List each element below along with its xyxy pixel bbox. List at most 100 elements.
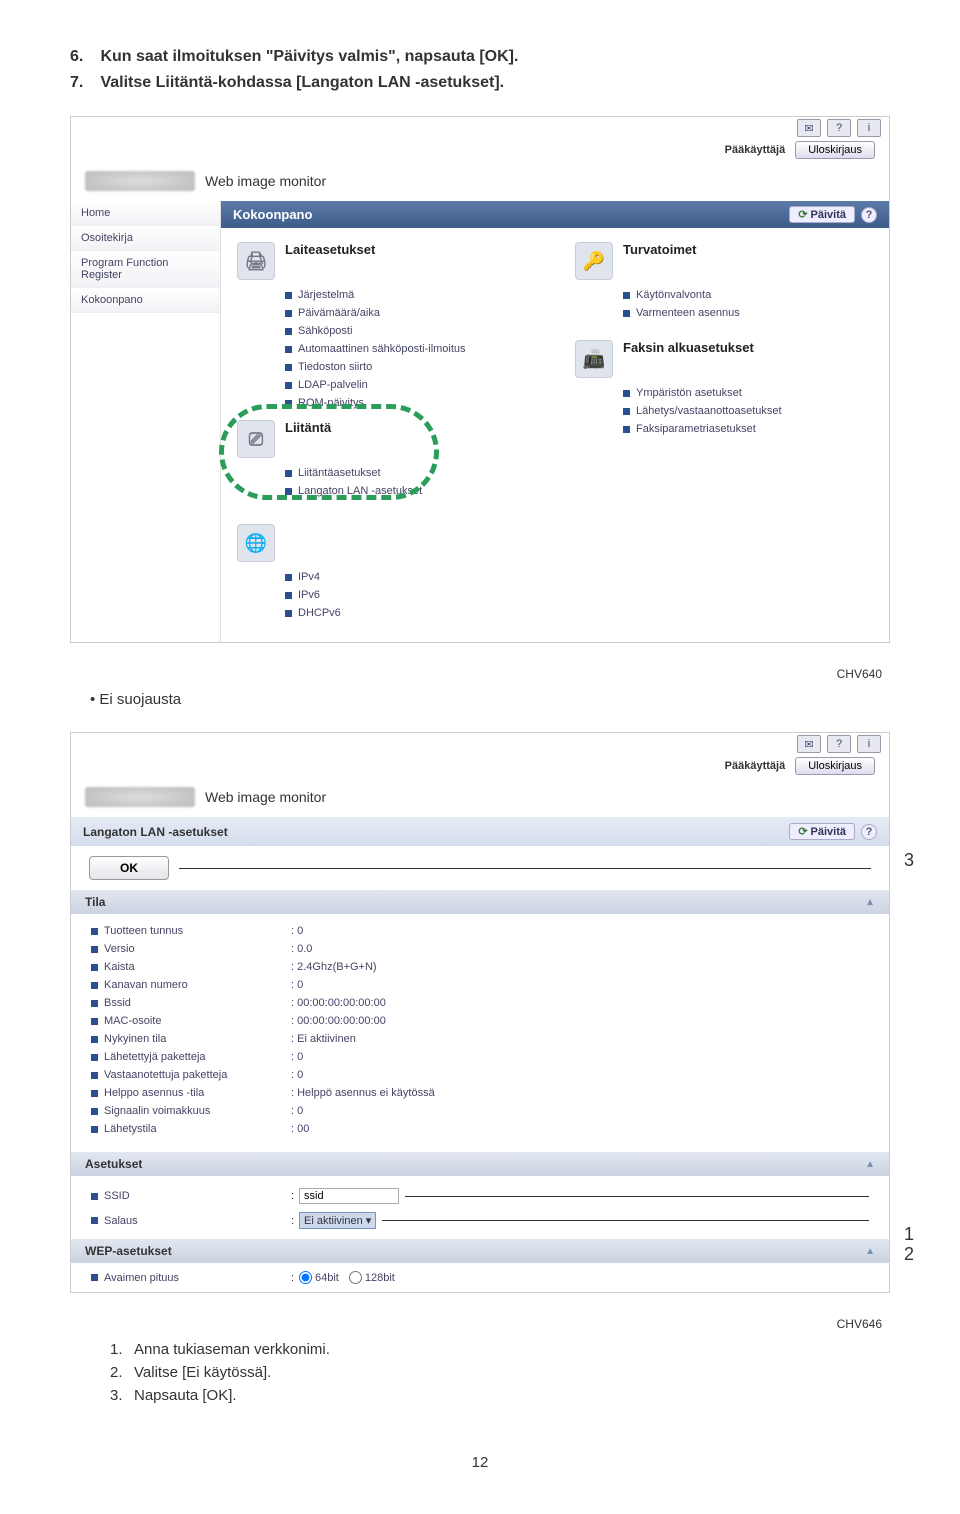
role-label: Pääkäyttäjä: [725, 144, 786, 156]
kv-versio: Versio: 0.0: [91, 940, 869, 958]
link-kaytonvalvonta[interactable]: Käytönvalvonta: [623, 286, 873, 304]
network-icon: 🌐: [237, 524, 275, 562]
section-wep-bar: WEP-asetukset▲: [71, 1239, 889, 1263]
image-code-1: CHV640: [70, 667, 882, 681]
kv-kaista: Kaista: 2.4Ghz(B+G+N): [91, 958, 869, 976]
panel-help-icon-2[interactable]: ?: [861, 824, 877, 840]
kv-vastaan: Vastaanotettuja paketteja: 0: [91, 1066, 869, 1084]
help-icon[interactable]: ?: [827, 119, 851, 137]
panel-help-icon[interactable]: ?: [861, 207, 877, 223]
page-number: 12: [70, 1454, 890, 1471]
sub-instr-1: 1.Anna tukiaseman verkkonimi.: [110, 1341, 890, 1358]
section-turva-label: Turvatoimet: [623, 242, 696, 257]
kv-signaali: Signaalin voimakkuus: 0: [91, 1102, 869, 1120]
section-liit-label: Liitäntä: [285, 420, 331, 435]
info-icon-2[interactable]: i: [857, 735, 881, 753]
tila-list: Tuotteen tunnus: 0 Versio: 0.0 Kaista: 2…: [71, 914, 889, 1152]
link-auto-sahkoposti[interactable]: Automaattinen sähköposti-ilmoitus: [285, 340, 535, 358]
info-icon[interactable]: i: [857, 119, 881, 137]
collapse-icon[interactable]: ▲: [865, 897, 875, 908]
section-faksi-label: Faksin alkuasetukset: [623, 340, 754, 355]
section-tila-bar: Tila▲: [71, 890, 889, 914]
screenshot-kokoonpano: ✉ ? i Pääkäyttäjä Uloskirjaus Web image …: [70, 116, 890, 643]
kv-kanava: Kanavan numero: 0: [91, 976, 869, 994]
link-liitanta-asetukset[interactable]: Liitäntäasetukset: [285, 464, 535, 482]
link-jarjestelma[interactable]: Järjestelmä: [285, 286, 535, 304]
sidebar-item-osoitekirja[interactable]: Osoitekirja: [71, 226, 220, 251]
instr-text-7: Valitse Liitäntä-kohdassa [Langaton LAN …: [100, 74, 504, 91]
ok-button[interactable]: OK: [89, 856, 169, 880]
link-sahkoposti[interactable]: Sähköposti: [285, 322, 535, 340]
ssid-input[interactable]: [299, 1188, 399, 1204]
fax-icon: 📠: [575, 340, 613, 378]
brand-logo-2: [85, 787, 195, 807]
panel-header: Kokoonpano ⟳Päivitä ?: [221, 201, 889, 228]
link-faksiparam[interactable]: Faksiparametriasetukset: [623, 420, 873, 438]
salaus-label: Salaus: [104, 1215, 138, 1227]
section-liitanta: ⎚ Liitäntä: [237, 420, 535, 458]
topbar-2: ✉ ? i: [71, 733, 889, 755]
radio-128bit[interactable]: 128bit: [349, 1271, 395, 1284]
sidebar-item-program[interactable]: Program Function Register: [71, 251, 220, 288]
section-laiteasetukset: 🖨 Laiteasetukset: [237, 242, 535, 280]
section-laite-label: Laiteasetukset: [285, 242, 375, 257]
link-dhcpv6[interactable]: DHCPv6: [285, 604, 535, 622]
mail-icon-2[interactable]: ✉: [797, 735, 821, 753]
link-paivamaara[interactable]: Päivämäärä/aika: [285, 304, 535, 322]
kv-lahetystila: Lähetystila: 00: [91, 1120, 869, 1138]
callout-line-1: [405, 1196, 869, 1197]
link-varmenne[interactable]: Varmenteen asennus: [623, 304, 873, 322]
chevron-down-icon: ▾: [366, 1215, 372, 1227]
refresh-button-2[interactable]: ⟳Päivitä: [789, 823, 855, 840]
callout-line-3: [179, 868, 871, 869]
app-title-2: Web image monitor: [205, 789, 326, 805]
kv-nykyinen: Nykyinen tila: Ei aktiivinen: [91, 1030, 869, 1048]
sub-instr-3: 3.Napsauta [OK].: [110, 1387, 890, 1404]
panel-title-2: Langaton LAN -asetukset: [83, 825, 228, 839]
title-row: Web image monitor: [71, 161, 889, 201]
sidebar-item-kokoonpano[interactable]: Kokoonpano: [71, 288, 220, 313]
link-ipv6[interactable]: IPv6: [285, 586, 535, 604]
security-icon: 🔑: [575, 242, 613, 280]
kv-bssid: Bssid: 00:00:00:00:00:00: [91, 994, 869, 1012]
topbar: ✉ ? i: [71, 117, 889, 139]
avain-label: Avaimen pituus: [104, 1272, 179, 1284]
section-network: 🌐: [237, 524, 535, 562]
sidebar: Home Osoitekirja Program Function Regist…: [71, 201, 221, 642]
link-lahetys[interactable]: Lähetys/vastaanottoasetukset: [623, 402, 873, 420]
sub-instr-2: 2.Valitse [Ei käytössä].: [110, 1364, 890, 1381]
collapse-icon-3[interactable]: ▲: [865, 1246, 875, 1257]
printer-icon: 🖨: [237, 242, 275, 280]
help-icon-2[interactable]: ?: [827, 735, 851, 753]
salaus-select[interactable]: Ei aktiivinen ▾: [299, 1212, 376, 1229]
ssid-label: SSID: [104, 1190, 130, 1202]
refresh-button[interactable]: ⟳Päivitä: [789, 206, 855, 223]
instr-text-6: Kun saat ilmoituksen "Päivitys valmis", …: [100, 48, 518, 65]
instruction-6: 6. Kun saat ilmoituksen "Päivitys valmis…: [70, 48, 890, 66]
panel-title: Kokoonpano: [233, 207, 312, 222]
callout-2: 2: [904, 1244, 914, 1265]
interface-icon: ⎚: [237, 420, 275, 458]
callout-3: 3: [904, 850, 914, 871]
collapse-icon-2[interactable]: ▲: [865, 1159, 875, 1170]
screenshot-langaton-settings: ✉ ? i Pääkäyttäjä Uloskirjaus Web image …: [70, 732, 890, 1293]
link-ipv4[interactable]: IPv4: [285, 568, 535, 586]
section-turvatoimet: 🔑 Turvatoimet: [575, 242, 873, 280]
link-rom[interactable]: ROM-päivitys: [285, 394, 535, 412]
sidebar-item-home[interactable]: Home: [71, 201, 220, 226]
title-row-2: Web image monitor: [71, 777, 889, 817]
image-code-2: CHV646: [70, 1317, 882, 1331]
logout-button[interactable]: Uloskirjaus: [795, 141, 875, 159]
link-ldap[interactable]: LDAP-palvelin: [285, 376, 535, 394]
user-row-2: Pääkäyttäjä Uloskirjaus: [71, 755, 889, 777]
instr-num-6: 6.: [70, 48, 96, 66]
link-langaton-lan[interactable]: Langaton LAN -asetukset: [285, 482, 535, 500]
link-tiedoston-siirto[interactable]: Tiedoston siirto: [285, 358, 535, 376]
user-row: Pääkäyttäjä Uloskirjaus: [71, 139, 889, 161]
radio-64bit[interactable]: 64bit: [299, 1271, 339, 1284]
callout-1: 1: [904, 1224, 914, 1245]
logout-button-2[interactable]: Uloskirjaus: [795, 757, 875, 775]
link-ymparisto[interactable]: Ympäristön asetukset: [623, 384, 873, 402]
kv-lahetetty: Lähetettyjä paketteja: 0: [91, 1048, 869, 1066]
mail-icon[interactable]: ✉: [797, 119, 821, 137]
